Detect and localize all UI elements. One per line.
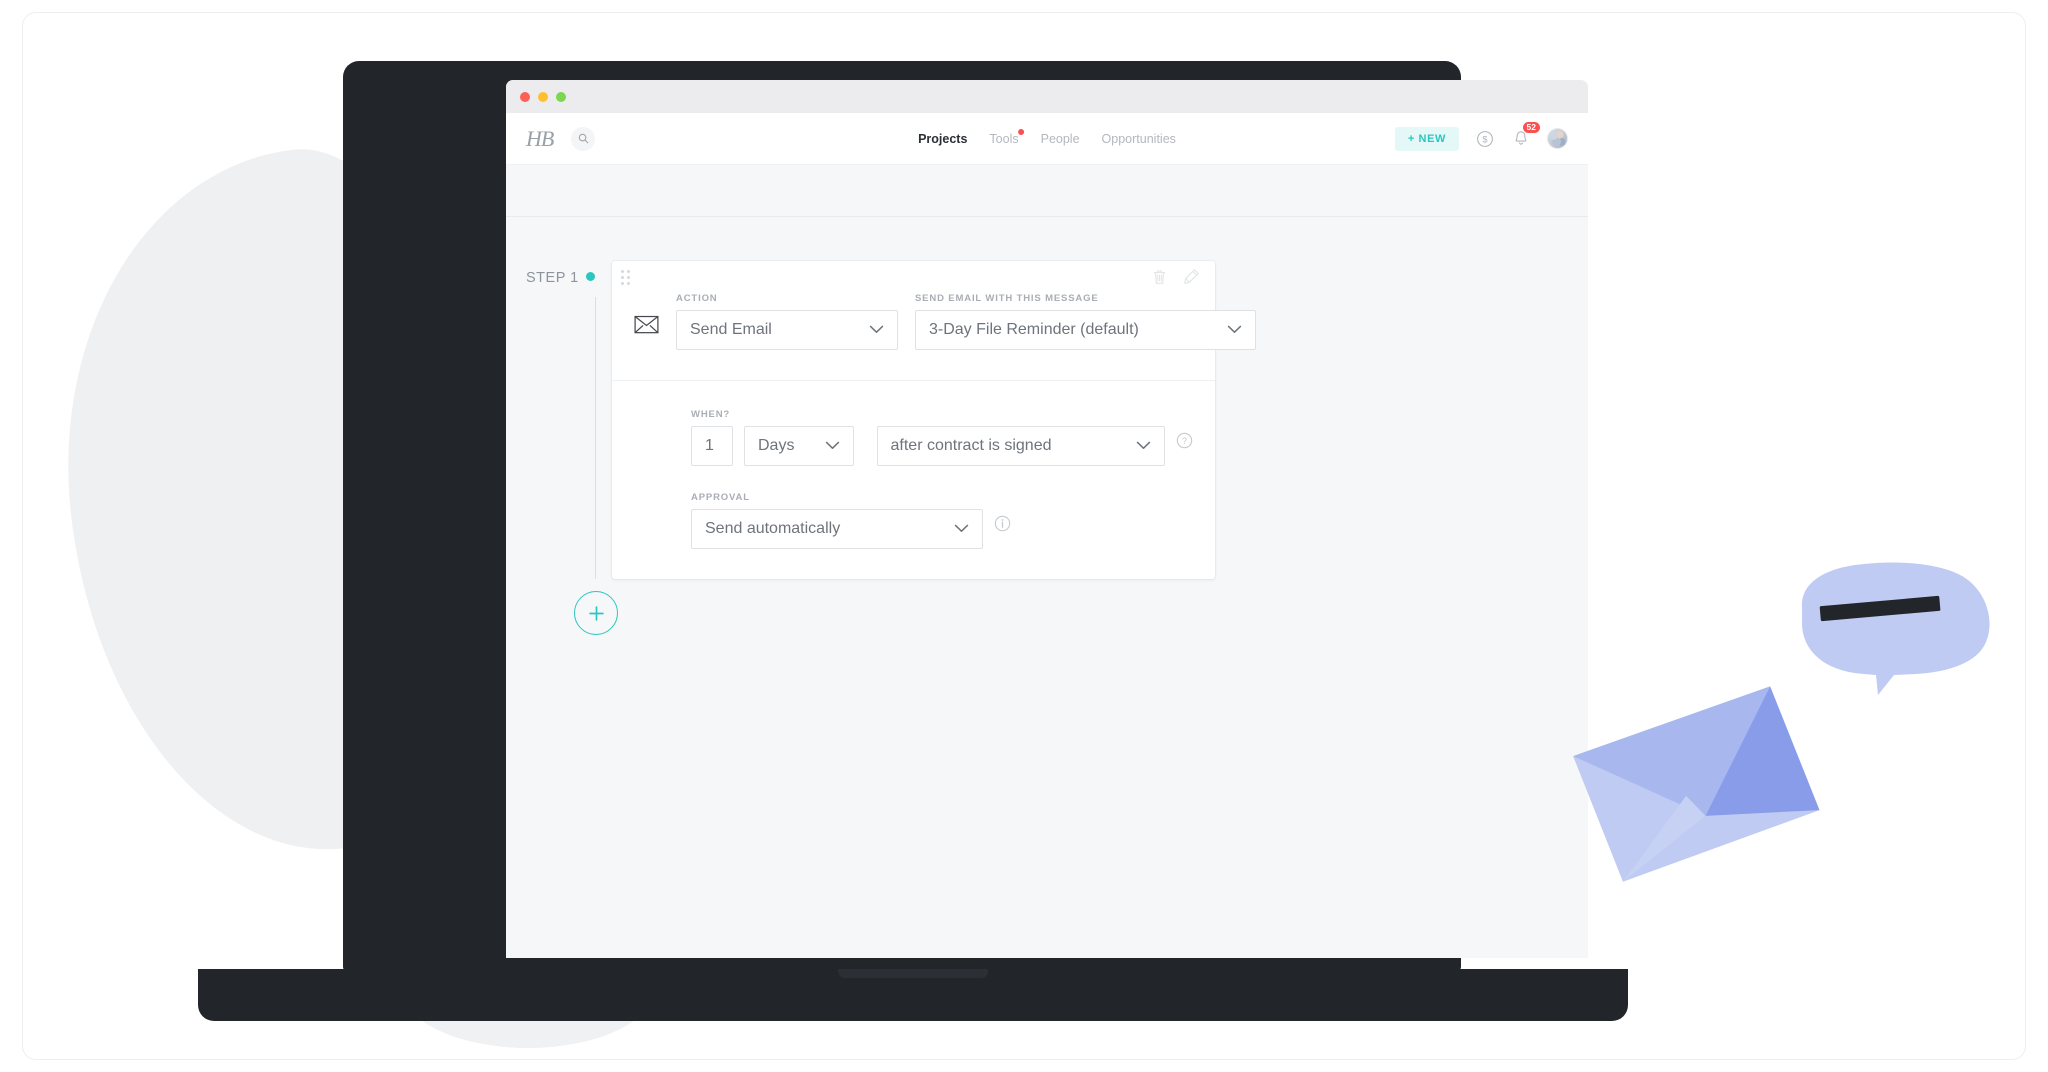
- nav-label-tools: Tools: [989, 132, 1018, 146]
- approval-block: APPROVAL Send automatically: [634, 492, 1193, 549]
- maximize-window-button[interactable]: [556, 92, 566, 102]
- step-label-column: STEP 1: [506, 261, 612, 579]
- outer-frame: HB Projects Tools: [22, 12, 2026, 1060]
- laptop-base: [198, 969, 1628, 1021]
- approval-label: APPROVAL: [691, 492, 983, 503]
- nav-item-tools[interactable]: Tools: [989, 132, 1018, 146]
- minimize-window-button[interactable]: [538, 92, 548, 102]
- nav-label-people: People: [1041, 132, 1080, 146]
- nav-item-people[interactable]: People: [1041, 132, 1080, 146]
- chevron-down-icon: [869, 321, 884, 339]
- navbar-actions: + NEW $: [1395, 127, 1568, 151]
- drag-handle-icon[interactable]: [621, 270, 630, 285]
- main-nav: Projects Tools People Opportunities: [918, 132, 1176, 146]
- question-circle-icon[interactable]: ?: [1176, 432, 1193, 466]
- chevron-down-icon: [1227, 321, 1242, 339]
- chevron-down-icon: [954, 520, 969, 538]
- nav-label-opportunities: Opportunities: [1102, 132, 1176, 146]
- approval-select[interactable]: Send automatically: [691, 509, 983, 549]
- page-subheader: [506, 165, 1588, 217]
- when-label: WHEN?: [691, 409, 733, 420]
- envelope-icon: [634, 315, 659, 350]
- action-select[interactable]: Send Email: [676, 310, 898, 350]
- when-amount-field: WHEN? 1: [691, 409, 733, 466]
- action-field-row: ACTION Send Email: [634, 293, 1193, 350]
- action-label: ACTION: [676, 293, 898, 304]
- message-select[interactable]: 3-Day File Reminder (default): [915, 310, 1256, 350]
- dollar-circle-icon[interactable]: $: [1475, 129, 1495, 149]
- workflow-canvas: STEP 1: [506, 217, 1588, 958]
- workflow-step-row: STEP 1: [506, 261, 1588, 579]
- chevron-down-icon: [825, 437, 840, 455]
- timing-section: WHEN? 1 Days: [612, 381, 1215, 579]
- action-section: ACTION Send Email: [612, 293, 1215, 381]
- notification-dot-icon: [1018, 129, 1024, 135]
- workflow-step-card: ACTION Send Email: [612, 261, 1215, 579]
- new-button[interactable]: + NEW: [1395, 127, 1459, 151]
- card-header: [612, 261, 1215, 293]
- when-trigger-value: after contract is signed: [891, 437, 1124, 455]
- when-field-row: WHEN? 1 Days: [634, 409, 1193, 466]
- step-title: STEP 1: [526, 270, 579, 286]
- card-action-icons: [1151, 267, 1201, 286]
- when-amount-value: 1: [705, 437, 714, 455]
- app-logo[interactable]: HB: [526, 126, 553, 152]
- message-label: SEND EMAIL WITH THIS MESSAGE: [915, 293, 1256, 304]
- when-unit-value: Days: [758, 437, 813, 455]
- add-step-button[interactable]: [574, 591, 618, 635]
- nav-label-projects: Projects: [918, 132, 967, 146]
- nav-item-projects[interactable]: Projects: [918, 132, 967, 146]
- step-status-dot-icon: [586, 272, 595, 281]
- step-connector-line: [595, 297, 596, 579]
- message-value: 3-Day File Reminder (default): [929, 321, 1215, 339]
- when-trigger-select[interactable]: after contract is signed: [877, 426, 1165, 466]
- laptop-screen: HB Projects Tools: [506, 80, 1588, 958]
- plus-icon: [588, 605, 605, 622]
- info-circle-icon[interactable]: [994, 515, 1011, 549]
- approval-field: APPROVAL Send automatically: [691, 492, 983, 549]
- laptop-mockup: HB Projects Tools: [198, 61, 1628, 1021]
- browser-titlebar: [506, 80, 1588, 113]
- chevron-down-icon: [1136, 437, 1151, 455]
- when-amount-input[interactable]: 1: [691, 426, 733, 466]
- approval-field-row: APPROVAL Send automatically: [634, 492, 1193, 549]
- screenshot-stage: HB Projects Tools: [0, 0, 2048, 1072]
- envelope-illustration: [1568, 689, 1828, 899]
- laptop-lid: HB Projects Tools: [343, 61, 1461, 971]
- when-unit-select[interactable]: Days: [744, 426, 854, 466]
- message-field: SEND EMAIL WITH THIS MESSAGE 3-Day File …: [915, 293, 1256, 350]
- close-window-button[interactable]: [520, 92, 530, 102]
- action-field: ACTION Send Email: [676, 293, 898, 350]
- search-icon[interactable]: [571, 127, 595, 151]
- app-navbar: HB Projects Tools: [506, 113, 1588, 165]
- pencil-icon[interactable]: [1182, 267, 1201, 286]
- avatar[interactable]: [1547, 128, 1568, 149]
- svg-text:$: $: [1482, 134, 1487, 144]
- notification-badge: 52: [1523, 122, 1540, 134]
- speech-bubble-illustration: [1778, 561, 1993, 696]
- trash-icon[interactable]: [1151, 268, 1168, 286]
- action-value: Send Email: [690, 321, 857, 339]
- bell-icon[interactable]: 52: [1511, 129, 1531, 149]
- approval-value: Send automatically: [705, 520, 942, 538]
- nav-item-opportunities[interactable]: Opportunities: [1102, 132, 1176, 146]
- svg-text:?: ?: [1182, 436, 1187, 446]
